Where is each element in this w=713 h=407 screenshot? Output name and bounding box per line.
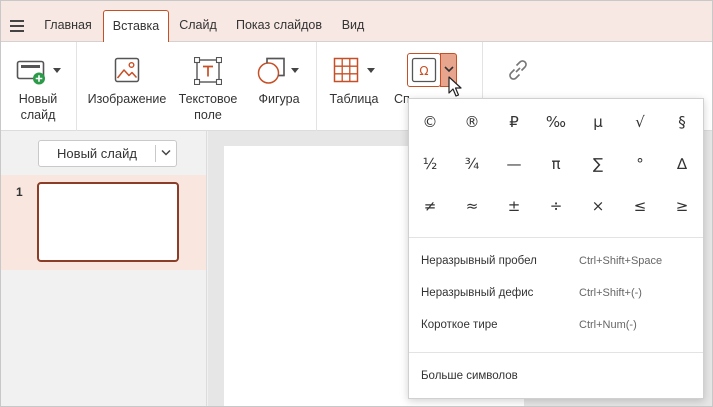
slide-number: 1 xyxy=(16,185,23,199)
menu-icon[interactable] xyxy=(10,20,24,32)
menu-item-label: Короткое тире xyxy=(421,319,498,331)
symbol-degree[interactable]: ° xyxy=(623,149,657,179)
link-icon xyxy=(509,60,527,80)
app-window: Главная Вставка Слайд Показ слайдов Вид … xyxy=(0,0,713,407)
symbol-ruble[interactable]: ₽ xyxy=(497,107,531,137)
special-character-frame[interactable]: Ω xyxy=(407,53,441,87)
menu-item-label: Неразрывный пробел xyxy=(421,255,537,267)
shape-icon xyxy=(257,57,285,84)
textbox-icon xyxy=(194,57,222,85)
symbol-plus-minus[interactable]: ± xyxy=(497,191,531,221)
menu-item-shortcut: Ctrl+Shift+Space xyxy=(579,255,663,267)
button-divider xyxy=(155,145,156,162)
tab-home[interactable]: Главная xyxy=(36,10,100,42)
symbol-multiply[interactable]: × xyxy=(581,191,615,221)
symbol-division[interactable]: ÷ xyxy=(539,191,573,221)
toolbar-separator xyxy=(76,42,77,131)
menu-item-label: Больше символов xyxy=(421,370,518,382)
slides-panel: Новый слайд 1 xyxy=(1,131,207,406)
dropdown-separator xyxy=(409,237,703,238)
svg-text:Ω: Ω xyxy=(419,64,428,78)
image-label: Изображение xyxy=(87,92,167,106)
tab-slideshow[interactable]: Показ слайдов xyxy=(229,10,329,42)
slide-thumbnail-row[interactable]: 1 xyxy=(1,175,206,270)
dropdown-separator xyxy=(409,352,703,353)
table-icon xyxy=(333,57,359,83)
symbol-copyright[interactable]: © xyxy=(413,107,447,137)
tab-insert[interactable]: Вставка xyxy=(103,10,169,43)
shape-chevron-down-icon[interactable] xyxy=(291,68,299,73)
special-character-dropdown: © ® ₽ ‰ µ √ § ½ ¾ — π ∑ ° ∆ ≠ ≈ ± ÷ × ≤ … xyxy=(408,98,704,399)
insert-shape-button[interactable]: Фигура xyxy=(251,42,307,131)
tab-view[interactable]: Вид xyxy=(333,10,373,42)
table-chevron-down-icon[interactable] xyxy=(367,68,375,73)
symbol-one-half[interactable]: ½ xyxy=(413,149,447,179)
new-slide-icon xyxy=(16,60,45,85)
new-slide-chevron-down-icon[interactable] xyxy=(53,68,61,73)
tab-slide[interactable]: Слайд xyxy=(173,10,223,42)
new-slide-panel-button[interactable]: Новый слайд xyxy=(38,140,177,167)
menu-item-shortcut: Ctrl+Num(-) xyxy=(579,319,637,331)
insert-table-button[interactable]: Таблица xyxy=(327,42,381,131)
symbol-delta[interactable]: ∆ xyxy=(665,149,699,179)
menu-item-label: Неразрывный дефис xyxy=(421,287,534,299)
menu-item-nonbreaking-hyphen[interactable]: Неразрывный дефис Ctrl+Shift+(-) xyxy=(409,278,703,308)
symbol-grid: © ® ₽ ‰ µ √ § ½ ¾ — π ∑ ° ∆ ≠ ≈ ± ÷ × ≤ … xyxy=(409,99,703,237)
menu-item-shortcut: Ctrl+Shift+(-) xyxy=(579,287,642,299)
image-icon xyxy=(114,57,140,83)
table-label: Таблица xyxy=(329,92,379,106)
symbol-greater-equal[interactable]: ≥ xyxy=(665,191,699,221)
insert-image-button[interactable]: Изображение xyxy=(85,42,169,131)
chevron-down-icon xyxy=(444,66,454,73)
menu-item-nonbreaking-space[interactable]: Неразрывный пробел Ctrl+Shift+Space xyxy=(409,246,703,276)
new-slide-button[interactable]: Новый слайд xyxy=(7,42,69,131)
slide-thumbnail[interactable] xyxy=(37,182,179,262)
new-slide-label-1: Новый xyxy=(18,92,58,106)
symbol-permille[interactable]: ‰ xyxy=(539,107,573,137)
menu-item-more-symbols[interactable]: Больше символов xyxy=(409,361,703,391)
menu-item-en-dash[interactable]: Короткое тире Ctrl+Num(-) xyxy=(409,310,703,340)
symbol-registered[interactable]: ® xyxy=(455,107,489,137)
new-slide-label-2: слайд xyxy=(20,108,56,122)
symbol-three-quarters[interactable]: ¾ xyxy=(455,149,489,179)
symbol-less-equal[interactable]: ≤ xyxy=(623,191,657,221)
omega-icon: Ω xyxy=(411,57,437,83)
symbol-sum[interactable]: ∑ xyxy=(581,149,615,179)
insert-textbox-button[interactable]: Текстовое поле xyxy=(175,42,241,131)
symbol-micro[interactable]: µ xyxy=(581,107,615,137)
chevron-down-icon[interactable] xyxy=(161,149,171,157)
symbol-em-dash[interactable]: — xyxy=(497,149,531,179)
symbol-approx[interactable]: ≈ xyxy=(455,191,489,221)
ribbon-tabbar: Главная Вставка Слайд Показ слайдов Вид xyxy=(1,1,712,43)
symbol-not-equal[interactable]: ≠ xyxy=(413,191,447,221)
mouse-cursor-icon xyxy=(448,76,462,97)
textbox-label-2: поле xyxy=(194,108,222,122)
toolbar-separator xyxy=(316,42,317,131)
symbol-pi[interactable]: π xyxy=(539,149,573,179)
new-slide-panel-label: Новый слайд xyxy=(57,146,137,161)
symbol-section[interactable]: § xyxy=(665,107,699,137)
shape-label: Фигура xyxy=(258,92,300,106)
textbox-label-1: Текстовое xyxy=(178,92,238,106)
symbol-sqrt[interactable]: √ xyxy=(623,107,657,137)
